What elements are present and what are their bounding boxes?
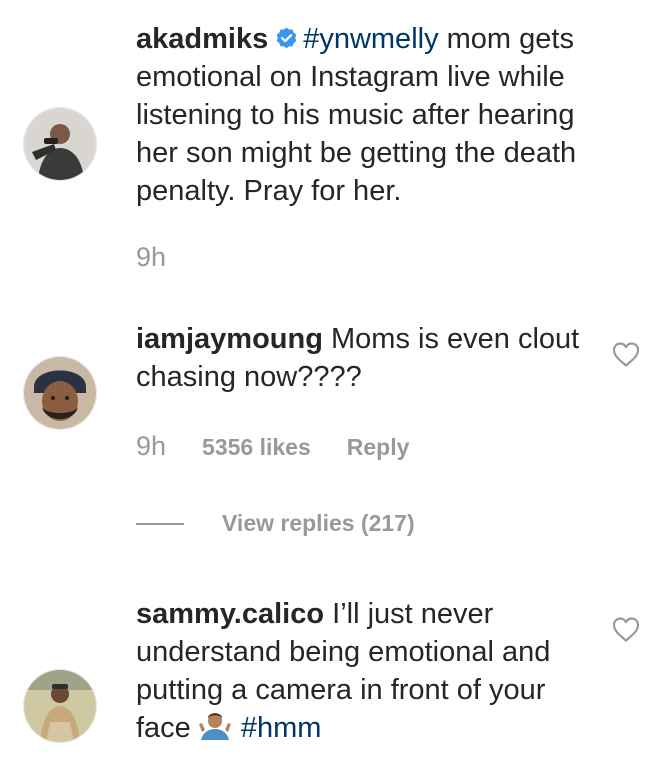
likes-count[interactable]: 5356 likes <box>202 434 311 461</box>
view-replies-button[interactable]: View replies (217) <box>136 510 415 537</box>
hashtag-link[interactable]: #hmm <box>241 712 322 744</box>
comment-meta: 9h 5356 likes Reply <box>136 431 409 462</box>
comment-username[interactable]: akadmiks <box>136 23 268 55</box>
verified-badge-icon <box>276 27 297 49</box>
man-shrugging-emoji <box>198 713 231 740</box>
heart-outline-icon[interactable] <box>611 615 641 643</box>
view-replies-label: View replies (217) <box>222 510 415 536</box>
reply-button[interactable]: Reply <box>347 434 410 461</box>
avatar[interactable] <box>23 669 97 743</box>
comment-meta: 9h <box>136 242 166 273</box>
avatar-photo <box>24 357 96 429</box>
comment-body: iamjaymoung Moms is even clout chasing n… <box>136 320 606 396</box>
comment-time: 9h <box>136 242 167 272</box>
hashtag-link[interactable]: #ynwmelly <box>303 23 438 55</box>
avatar-photo <box>24 670 96 742</box>
heart-outline-icon[interactable] <box>611 340 641 368</box>
comment-body: akadmiks #ynwmelly mom gets emotional on … <box>136 20 606 210</box>
comment-username[interactable]: sammy.calico <box>136 598 324 630</box>
comment-username[interactable]: iamjaymoung <box>136 323 323 355</box>
divider-line <box>136 522 184 525</box>
avatar[interactable] <box>23 107 97 181</box>
avatar[interactable] <box>23 356 97 430</box>
avatar-photo <box>24 108 96 180</box>
comment-body: sammy.calico I’ll just never understand … <box>136 595 606 747</box>
comment-time: 9h <box>136 431 167 461</box>
